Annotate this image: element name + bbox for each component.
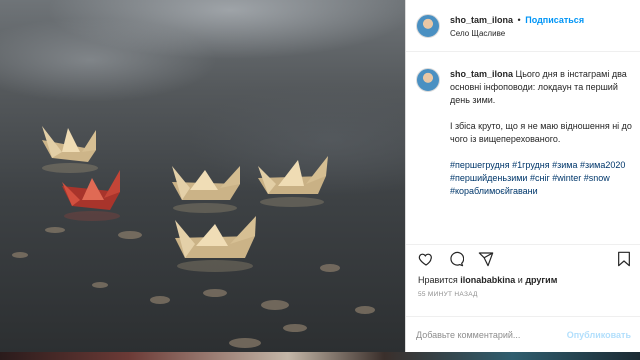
- likes-conj: и: [517, 275, 523, 285]
- publish-button[interactable]: Опубликовать: [567, 330, 631, 340]
- heart-icon[interactable]: [418, 251, 434, 267]
- hashtag-link[interactable]: #snow: [584, 173, 610, 183]
- post-side-panel: sho_tam_ilona • Подписаться Село Щасливе…: [405, 0, 640, 352]
- post-header: sho_tam_ilona • Подписаться Село Щасливе: [406, 0, 640, 52]
- comment-input[interactable]: Добавьте комментарий...: [416, 330, 567, 340]
- post-timestamp[interactable]: 55 МИНУТ НАЗАД: [418, 291, 478, 298]
- liker-username[interactable]: ilonababkina: [460, 275, 515, 285]
- follow-button[interactable]: Подписаться: [525, 15, 584, 25]
- username-link[interactable]: sho_tam_ilona: [450, 15, 513, 25]
- hashtag-link[interactable]: #першийденьзими: [450, 173, 527, 183]
- paper-boat: [258, 156, 328, 194]
- caption-text-2: І збіса круто, що я не маю відношення ні…: [450, 121, 632, 144]
- comment-icon[interactable]: [448, 251, 464, 267]
- likes-others-link[interactable]: другим: [525, 275, 557, 285]
- hashtag-link[interactable]: #1грудня: [512, 160, 550, 170]
- location-link[interactable]: Село Щасливе: [450, 29, 584, 38]
- add-comment-bar: Добавьте комментарий... Опубликовать: [406, 316, 640, 352]
- paper-boat: [175, 216, 256, 258]
- post-photo[interactable]: [0, 0, 405, 352]
- hashtag-link[interactable]: #winter: [552, 173, 581, 183]
- hashtag-link[interactable]: #кораблимоєйгавани: [450, 186, 538, 196]
- post-actions: Нравится ilonababkina и другим 55 МИНУТ …: [406, 244, 640, 304]
- separator-dot: •: [517, 14, 521, 25]
- hashtag-link[interactable]: #зима2020: [580, 160, 625, 170]
- bookmark-icon[interactable]: [617, 251, 631, 267]
- caption-username[interactable]: sho_tam_ilona: [450, 69, 513, 79]
- caption-comment: sho_tam_ilona Цього дня в інстаграмі два…: [416, 68, 636, 198]
- hashtag-link[interactable]: #зима: [552, 160, 577, 170]
- share-icon[interactable]: [478, 251, 494, 267]
- hashtag-link[interactable]: #першегрудня: [450, 160, 510, 170]
- hashtag-link[interactable]: #сніг: [530, 173, 550, 183]
- feed-preview-strip: [0, 352, 640, 360]
- hashtag-list: #першегрудня #1грудня #зима #зима2020 #п…: [450, 159, 636, 198]
- paper-boat: [42, 126, 96, 162]
- rain-puddle-image: [12, 126, 375, 348]
- paper-boat: [172, 166, 240, 200]
- likes-summary: Нравится ilonababkina и другим: [418, 275, 557, 285]
- paper-boat-red: [62, 170, 120, 210]
- likes-prefix: Нравится: [418, 275, 458, 285]
- avatar[interactable]: [416, 13, 440, 38]
- avatar[interactable]: [416, 68, 440, 92]
